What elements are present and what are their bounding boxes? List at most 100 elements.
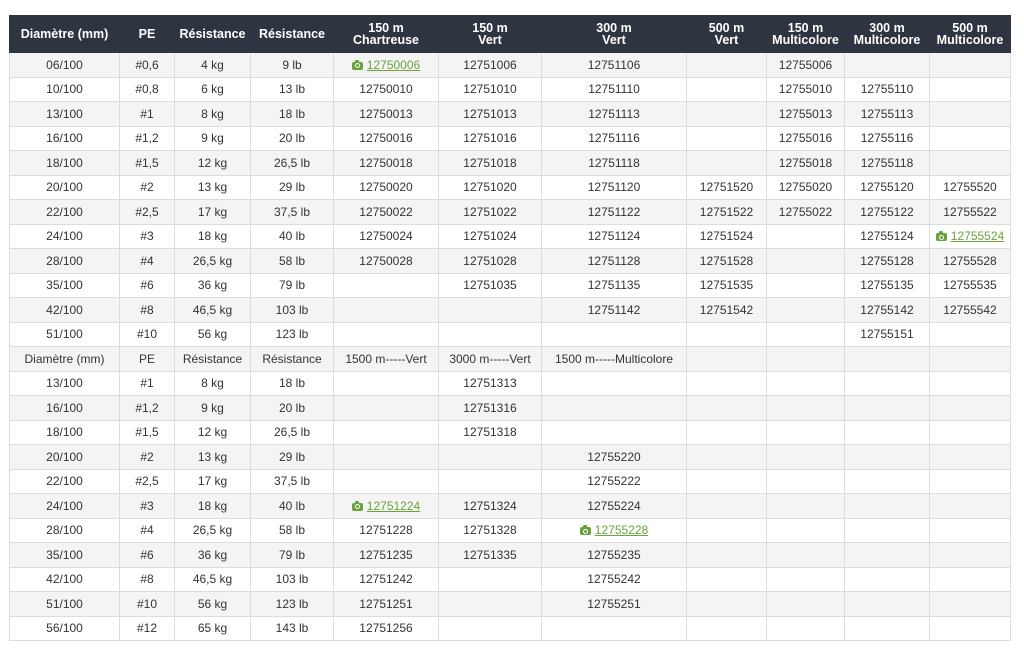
table-cell: 13 lb: [250, 76, 334, 102]
table-cell: [686, 150, 767, 176]
table-cell: [929, 370, 1011, 396]
table-cell: [686, 542, 767, 568]
table-cell: [844, 468, 930, 494]
table-cell: 26,5 lb: [250, 419, 334, 445]
table-cell: [766, 395, 845, 421]
table-cell: #2,5: [119, 468, 175, 494]
table-cell: #1: [119, 370, 175, 396]
table-cell: #6: [119, 272, 175, 298]
table-cell: 79 lb: [250, 272, 334, 298]
camera-icon[interactable]: [935, 231, 947, 242]
table-cell: #1,2: [119, 395, 175, 421]
table-cell: #6: [119, 542, 175, 568]
table-cell: 36 kg: [174, 272, 251, 298]
table-cell: 18 lb: [250, 101, 334, 127]
table-cell: 12751328: [438, 517, 542, 543]
column-header: 150 m Chartreuse: [333, 15, 439, 53]
table-cell: 12755524: [929, 223, 1011, 249]
reference-link[interactable]: 12755228: [579, 523, 648, 537]
table-cell: 20 lb: [250, 125, 334, 151]
reference-link-text[interactable]: 12750006: [367, 58, 420, 72]
table-cell: 9 kg: [174, 125, 251, 151]
table-cell: [438, 566, 542, 592]
table-cell: [929, 444, 1011, 470]
table-cell: [929, 419, 1011, 445]
table-cell: 24/100: [9, 493, 120, 519]
table-cell: 12755128: [844, 248, 930, 274]
column-header-label: Multicolore: [772, 33, 839, 47]
reference-link[interactable]: 12755524: [935, 229, 1004, 243]
table-cell: 12751018: [438, 150, 542, 176]
table-cell: 12751313: [438, 370, 542, 396]
table-cell: [438, 444, 542, 470]
table-cell: 12755151: [844, 321, 930, 347]
table-cell: [766, 542, 845, 568]
camera-icon[interactable]: [579, 525, 591, 536]
table-cell: 35/100: [9, 542, 120, 568]
table-cell: [541, 615, 687, 641]
table-cell: 26,5 kg: [174, 248, 251, 274]
table-cell: 1500 m-----Multicolore: [541, 346, 687, 372]
table-cell: 12751128: [541, 248, 687, 274]
table-cell: [929, 150, 1011, 176]
table-cell: [686, 468, 767, 494]
table-cell: 36 kg: [174, 542, 251, 568]
table-cell: 13 kg: [174, 444, 251, 470]
table-cell: 8 kg: [174, 370, 251, 396]
table-cell: 6 kg: [174, 76, 251, 102]
table-cell: 12751318: [438, 419, 542, 445]
product-reference-table: Diamètre (mm) PE Résistance Résistance 150 m…: [9, 15, 1011, 641]
header-row: Diamètre (mm) PE Résistance Résistance 150 m…: [9, 15, 1011, 53]
table-cell: 12 kg: [174, 150, 251, 176]
table-cell: [844, 542, 930, 568]
table-cell: 37,5 lb: [250, 468, 334, 494]
table-cell: 12750013: [333, 101, 439, 127]
table-cell: #3: [119, 493, 175, 519]
table-cell: [844, 591, 930, 617]
table-row: 10/100 #0,8 6 kg 13 lb 12750010 12751010 12751…: [9, 76, 1011, 102]
table-cell: [686, 591, 767, 617]
table-cell: [686, 321, 767, 347]
table-cell: [844, 615, 930, 641]
reference-link[interactable]: 12751224: [351, 499, 420, 513]
reference-link[interactable]: 12750006: [351, 58, 420, 72]
camera-icon[interactable]: [351, 59, 363, 70]
table-cell: 40 lb: [250, 223, 334, 249]
column-header-label: Multicolore: [936, 33, 1004, 47]
table-cell: [929, 542, 1011, 568]
reference-link-text[interactable]: 12751224: [367, 499, 420, 513]
table-cell: [766, 566, 845, 592]
reference-link-text[interactable]: 12755524: [951, 229, 1004, 243]
table-row: 20/100 #2 13 kg 29 lb 12750020 12751020 127511…: [9, 174, 1011, 200]
table-cell: 12751122: [541, 199, 687, 225]
table-cell: 12751142: [541, 297, 687, 323]
table-cell: 58 lb: [250, 517, 334, 543]
table-cell: 9 kg: [174, 395, 251, 421]
table-row: 35/100 #6 36 kg 79 lb 12751035 12751135 127515…: [9, 272, 1011, 298]
camera-icon[interactable]: [351, 500, 363, 511]
table-cell: [686, 346, 767, 372]
table-cell: 35/100: [9, 272, 120, 298]
table-cell: [929, 615, 1011, 641]
table-cell: [541, 419, 687, 445]
table-cell: 17 kg: [174, 199, 251, 225]
table-cell: [333, 297, 439, 323]
table-cell: [686, 370, 767, 396]
table-cell: 12755118: [844, 150, 930, 176]
table-cell: 8 kg: [174, 101, 251, 127]
table-cell: 56 kg: [174, 591, 251, 617]
table-cell: 12755228: [541, 517, 687, 543]
table-cell: 13 kg: [174, 174, 251, 200]
table-cell: [766, 493, 845, 519]
table-cell: #3: [119, 223, 175, 249]
table-cell: 28/100: [9, 517, 120, 543]
table-cell: 12751224: [333, 493, 439, 519]
column-header-label: Multicolore: [853, 33, 921, 47]
reference-link-text[interactable]: 12755228: [595, 523, 648, 537]
table-cell: 12755520: [929, 174, 1011, 200]
table-cell: [844, 419, 930, 445]
column-header: 300 m Vert: [541, 15, 687, 53]
table-cell: 103 lb: [250, 566, 334, 592]
table-cell: 12751016: [438, 125, 542, 151]
table-cell: 123 lb: [250, 591, 334, 617]
